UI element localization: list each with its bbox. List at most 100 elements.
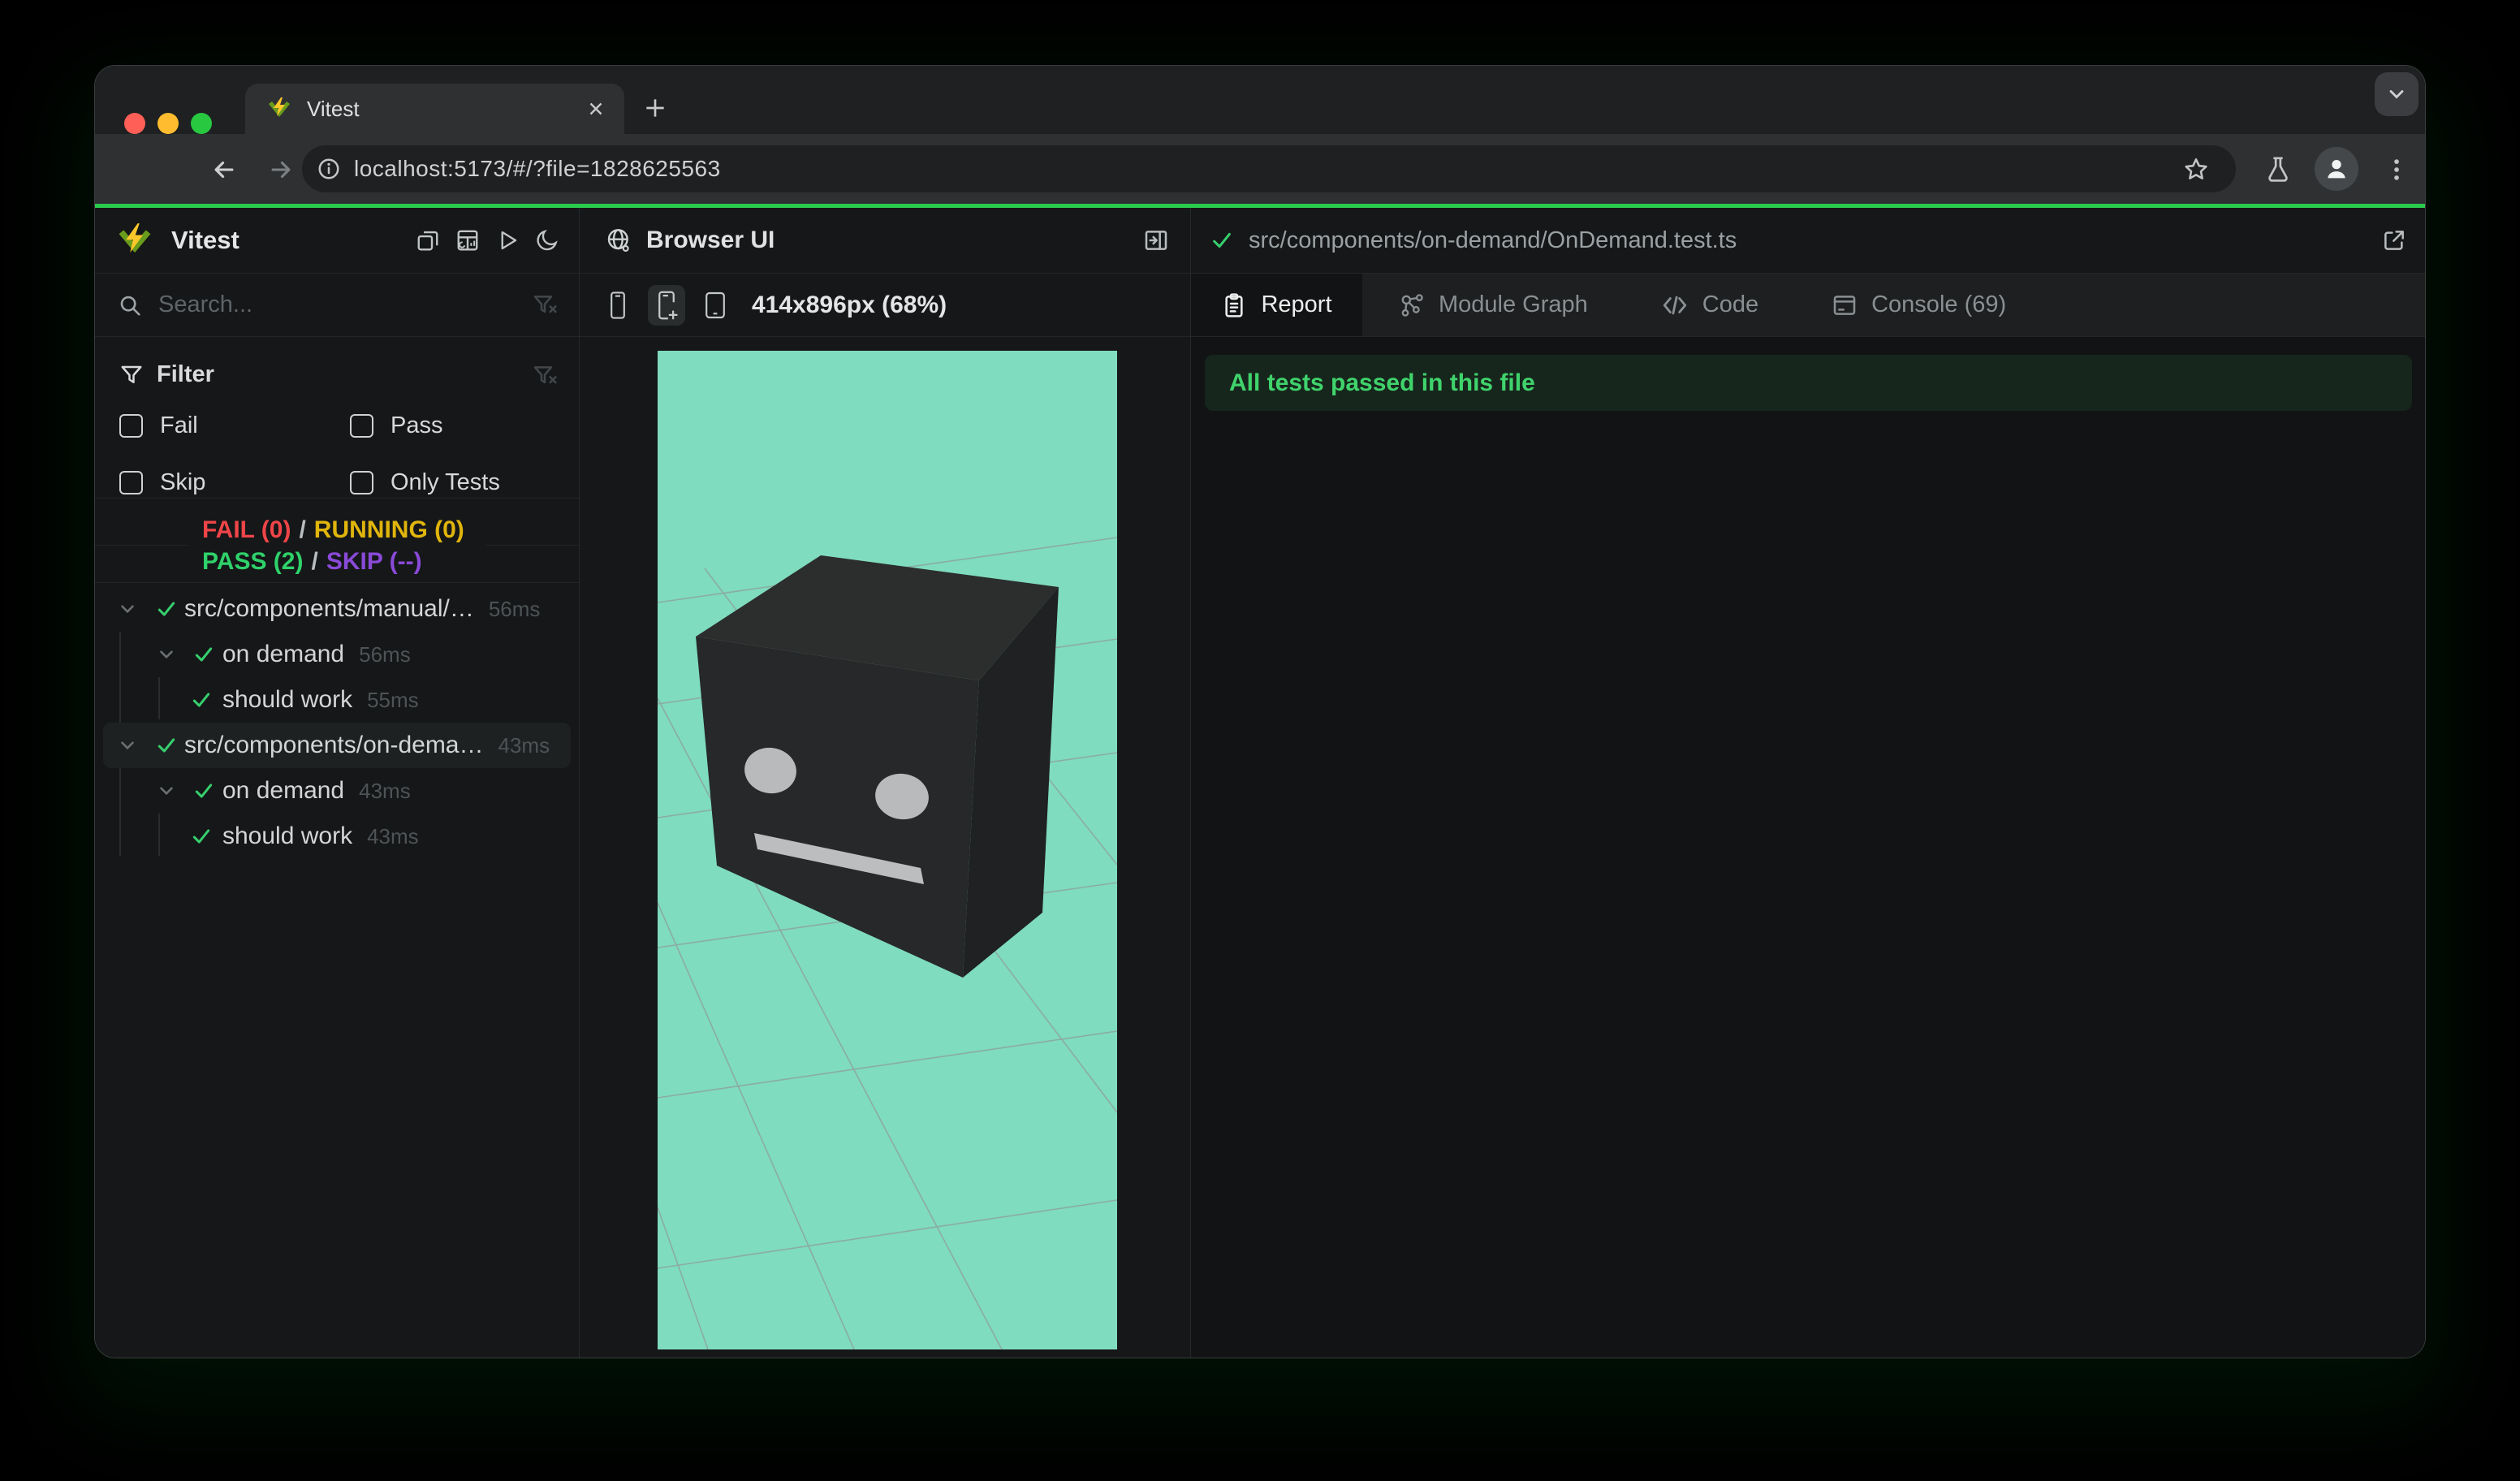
running-count: RUNNING (0)	[313, 516, 464, 543]
tab-console[interactable]: Console (69)	[1795, 274, 2043, 336]
clear-filters-icon[interactable]	[532, 363, 558, 389]
report-panel: src/components/on-demand/OnDemand.test.t…	[1191, 208, 2425, 1358]
chevron-down-icon[interactable]	[156, 644, 177, 665]
tab-strip: Vitest	[95, 66, 2425, 134]
pass-check-icon	[191, 826, 212, 847]
test-duration: 43ms	[359, 778, 411, 803]
vitest-favicon	[266, 96, 292, 122]
vitest-logo-icon	[116, 222, 153, 259]
tree-row-suite[interactable]: on demand 56ms	[95, 632, 579, 677]
console-terminal-icon	[1832, 292, 1858, 318]
test-preview-iframe[interactable]	[658, 351, 1117, 1349]
address-bar[interactable]: localhost:5173/#/?file=1828625563	[302, 145, 2236, 192]
browser-tab[interactable]: Vitest	[245, 84, 624, 134]
test-duration: 56ms	[359, 641, 411, 667]
report-clipboard-icon	[1221, 292, 1247, 318]
stats-divider-left	[95, 545, 188, 546]
browser-ui-title: Browser UI	[646, 227, 775, 253]
panel-open-right-icon[interactable]	[1143, 227, 1169, 253]
pass-check-icon	[193, 780, 214, 801]
module-graph-icon	[1399, 292, 1425, 318]
all-tests-passed-banner: All tests passed in this file	[1205, 355, 2412, 411]
filter-funnel-icon	[119, 363, 144, 387]
dashboard-icon[interactable]	[455, 228, 480, 253]
tab-title: Vitest	[307, 96, 360, 121]
forward-icon[interactable]	[267, 156, 295, 184]
filter-title: Filter	[157, 361, 214, 387]
only-tests-checkbox[interactable]	[350, 471, 373, 494]
app-title: Vitest	[171, 226, 239, 254]
globe-icon	[606, 227, 632, 253]
pass-check-icon	[156, 735, 177, 756]
test-tree: src/components/manual/… 56ms on demand 5…	[95, 583, 579, 1358]
close-window-button[interactable]	[124, 113, 145, 134]
viewport-size-label: 414x896px (68%)	[752, 291, 947, 318]
filter-option-only-tests[interactable]: Only Tests	[350, 469, 500, 496]
code-brackets-icon	[1661, 291, 1689, 319]
skip-count: SKIP (--)	[326, 548, 422, 575]
filter-option-skip[interactable]: Skip	[119, 469, 205, 496]
tree-row-file-selected[interactable]: src/components/on-dema… 43ms	[103, 723, 571, 768]
open-file-path[interactable]: src/components/on-demand/OnDemand.test.t…	[1249, 227, 1737, 254]
fail-checkbox[interactable]	[119, 414, 143, 438]
test-duration: 56ms	[488, 596, 541, 621]
tab-code[interactable]: Code	[1625, 274, 1795, 336]
chevron-down-icon[interactable]	[156, 780, 177, 801]
filter-option-fail[interactable]: Fail	[119, 412, 198, 439]
chevron-down-icon[interactable]	[117, 598, 138, 620]
tree-row-test[interactable]: should work 55ms	[95, 677, 579, 723]
browser-ui-panel: Browser UI 414x896px (68%)	[580, 208, 1191, 1358]
stats-separator: /	[299, 516, 306, 543]
pass-check-icon	[193, 644, 214, 665]
pass-checkbox[interactable]	[350, 414, 373, 438]
browser-window: Vitest localhost:5173/#/?file=1828625563	[94, 65, 2426, 1358]
test-stats: FAIL (0) / RUNNING (0) PASS (2) / SKIP (--)	[95, 499, 579, 583]
experiments-flask-icon[interactable]	[2264, 156, 2292, 184]
skip-checkbox[interactable]	[119, 471, 143, 494]
bookmark-star-icon[interactable]	[2182, 156, 2210, 184]
report-content: All tests passed in this file	[1191, 337, 2425, 1358]
search-input[interactable]	[158, 291, 532, 318]
browser-toolbar: localhost:5173/#/?file=1828625563	[95, 134, 2425, 204]
back-icon[interactable]	[210, 156, 238, 184]
traffic-lights	[124, 113, 212, 134]
tab-search-chevron-button[interactable]	[2375, 72, 2419, 116]
tree-row-file[interactable]: src/components/manual/… 56ms	[95, 586, 579, 632]
fail-count: FAIL (0)	[202, 516, 291, 543]
pass-count: PASS (2)	[202, 548, 304, 575]
zoom-window-button[interactable]	[191, 113, 212, 134]
test-duration: 43ms	[367, 823, 419, 848]
filter-option-pass[interactable]: Pass	[350, 412, 442, 439]
test-duration: 43ms	[498, 732, 550, 758]
pass-check-icon	[191, 689, 212, 710]
sidebar: Vitest Search... Filter Fail Pass Skip O…	[95, 208, 580, 1358]
collapse-windows-icon[interactable]	[416, 228, 440, 253]
tree-row-suite[interactable]: on demand 43ms	[95, 768, 579, 814]
tab-module-graph[interactable]: Module Graph	[1362, 274, 1625, 336]
url-text: localhost:5173/#/?file=1828625563	[354, 156, 721, 181]
preview-container	[580, 337, 1190, 1358]
minimize-window-button[interactable]	[158, 113, 179, 134]
device-phone-small-button[interactable]	[599, 285, 636, 326]
dark-mode-moon-icon[interactable]	[535, 228, 559, 253]
browser-menu-icon[interactable]	[2383, 156, 2410, 184]
search-icon	[118, 293, 142, 317]
new-tab-icon[interactable]	[642, 95, 668, 121]
external-link-icon[interactable]	[2381, 227, 2407, 253]
file-pass-check-icon	[1210, 229, 1233, 252]
clear-search-filter-icon[interactable]	[532, 292, 558, 318]
tree-row-test[interactable]: should work 43ms	[95, 814, 579, 859]
close-tab-icon[interactable]	[585, 98, 606, 119]
chevron-down-icon[interactable]	[117, 735, 138, 756]
site-info-icon[interactable]	[317, 157, 341, 181]
device-tablet-button[interactable]	[697, 285, 734, 326]
filter-section: Filter Fail Pass Skip Only Tests	[95, 337, 579, 499]
test-duration: 55ms	[367, 687, 419, 712]
tab-report[interactable]: Report	[1191, 274, 1362, 336]
report-tab-bar: Report Module Graph Code Console (69)	[1191, 274, 2425, 337]
profile-avatar[interactable]	[2315, 147, 2358, 191]
robot-cube-scene	[658, 351, 1117, 1349]
stats-separator: /	[311, 548, 318, 575]
run-all-icon[interactable]	[495, 228, 520, 253]
device-phone-plus-button[interactable]	[648, 284, 685, 326]
